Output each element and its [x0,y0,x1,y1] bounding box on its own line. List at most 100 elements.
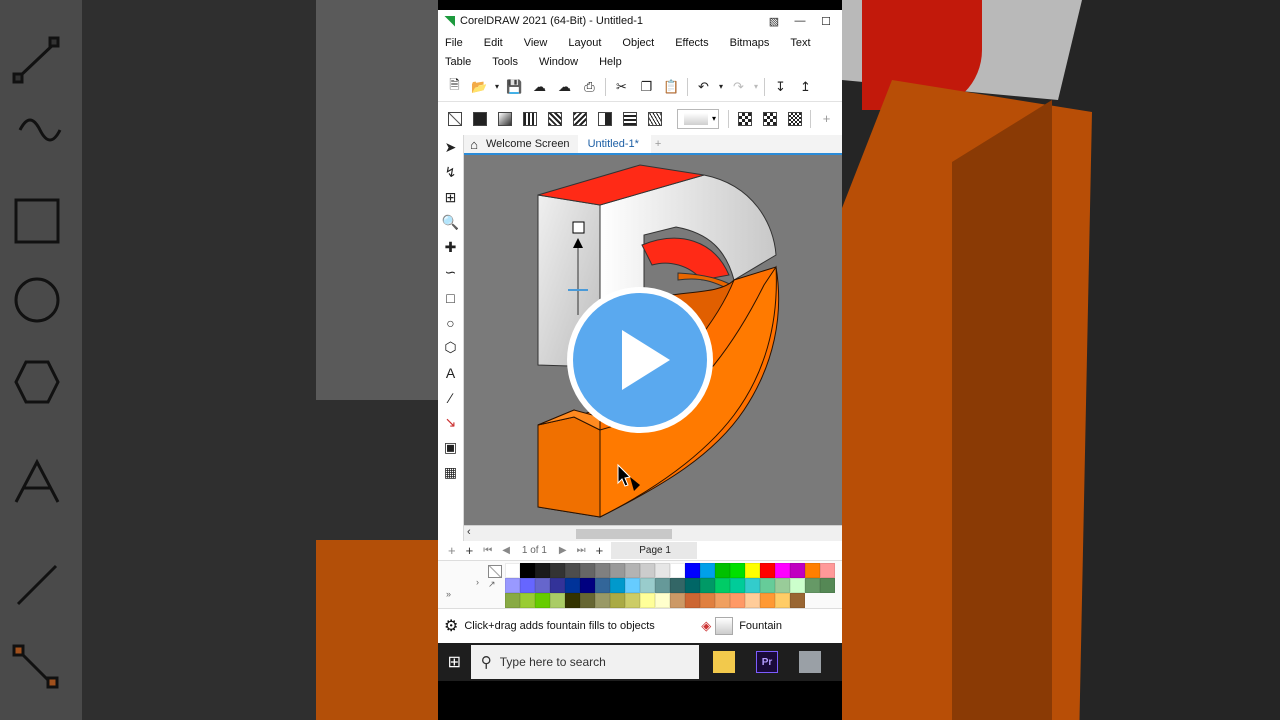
new-tab-icon[interactable]: + [655,138,661,150]
palette-swatch[interactable] [745,563,760,578]
open-icon[interactable]: 📂 [467,76,492,98]
scroll-thumb[interactable] [576,529,672,539]
pattern-fill-icon[interactable] [642,108,667,130]
palette-swatch[interactable] [715,593,730,608]
palette-swatch[interactable] [595,578,610,593]
eyedropper-icon[interactable]: ↗ [488,579,496,590]
text-tool-icon[interactable]: A [438,360,463,385]
transparency-checker3-icon[interactable] [782,108,807,130]
palette-swatch[interactable] [580,593,595,608]
palette-swatch[interactable] [805,578,820,593]
palette-swatch[interactable] [715,563,730,578]
rectangle-tool-icon[interactable]: □ [438,285,463,310]
palette-swatch[interactable] [775,563,790,578]
palette-swatch[interactable] [535,578,550,593]
palette-swatch[interactable] [520,563,535,578]
add-page-icon[interactable]: + [448,543,456,558]
premiere-pro-icon[interactable]: Pr [756,651,778,673]
palette-swatch[interactable] [505,593,520,608]
palette-swatch[interactable] [580,578,595,593]
menu-help[interactable]: Help [599,53,622,72]
transparency-checker-icon[interactable] [732,108,757,130]
two-color-pattern-icon[interactable] [567,108,592,130]
palette-swatch[interactable] [730,563,745,578]
palette-swatch[interactable] [520,578,535,593]
open-dropdown-icon[interactable]: ▾ [492,76,502,98]
uniform-fill-icon[interactable] [467,108,492,130]
palette-swatch[interactable] [760,578,775,593]
pick-tool-icon[interactable]: ➤ [438,135,463,160]
bitmap-pattern-icon[interactable] [542,108,567,130]
palette-swatch[interactable] [715,578,730,593]
undo-icon[interactable]: ↶ [691,76,716,98]
palette-swatch[interactable] [595,563,610,578]
taskbar-search[interactable]: ⚲ Type here to search [470,645,699,679]
menu-bitmaps[interactable]: Bitmaps [730,34,770,53]
import-icon[interactable]: ↧ [768,76,793,98]
paste-icon[interactable]: 📋 [659,76,684,98]
save-icon[interactable]: 💾 [502,76,527,98]
menu-tools[interactable]: Tools [492,53,518,72]
palette-swatch[interactable] [820,563,835,578]
no-color-swatch[interactable] [488,565,502,578]
menu-object[interactable]: Object [622,34,654,53]
palette-swatch[interactable] [505,578,520,593]
no-fill-icon[interactable] [442,108,467,130]
page-tab[interactable]: Page 1 [611,542,697,559]
windows-start-icon[interactable]: ⊞ [438,652,471,672]
palette-swatch[interactable] [565,593,580,608]
last-page-icon[interactable]: ⏭ [577,545,586,556]
cloud-open-icon[interactable]: ☁ [527,76,552,98]
gear-icon[interactable]: ⚙ [444,616,458,636]
palette-swatch[interactable] [625,563,640,578]
palette-swatch[interactable] [625,593,640,608]
menu-window[interactable]: Window [539,53,578,72]
minimize-button[interactable]: — [790,15,810,27]
palette-swatch[interactable] [625,578,640,593]
palette-swatch[interactable] [775,578,790,593]
cut-icon[interactable]: ✂ [609,76,634,98]
texture-fill-icon[interactable] [592,108,617,130]
palette-swatch[interactable] [565,563,580,578]
tab-welcome-screen[interactable]: Welcome Screen [484,138,578,150]
add-page-before-icon[interactable]: + [466,543,474,558]
palette-swatch[interactable] [580,563,595,578]
palette-swatch[interactable] [700,578,715,593]
palette-swatch[interactable] [610,578,625,593]
account-icon[interactable]: ▧ [764,15,784,28]
palette-swatch[interactable] [820,578,835,593]
palette-swatch[interactable] [700,563,715,578]
redo-icon[interactable]: ↷ [726,76,751,98]
ellipse-tool-icon[interactable]: ○ [438,310,463,335]
copy-icon[interactable]: ❐ [634,76,659,98]
palette-swatch[interactable] [565,578,580,593]
menu-table[interactable]: Table [445,53,471,72]
palette-swatch[interactable] [505,563,520,578]
palette-swatch[interactable] [685,578,700,593]
maximize-button[interactable]: ☐ [816,15,836,28]
previous-page-icon[interactable]: ◀ [502,545,510,556]
palette-swatch[interactable] [730,578,745,593]
crop-tool-icon[interactable]: ⊞ [438,185,463,210]
palette-swatch[interactable] [535,563,550,578]
palette-swatch[interactable] [610,593,625,608]
palette-swatch[interactable] [655,593,670,608]
cloud-save-icon[interactable]: ☁ [552,76,577,98]
palette-swatch[interactable] [685,593,700,608]
home-icon[interactable]: ⌂ [464,137,484,152]
menu-text[interactable]: Text [790,34,810,53]
palette-swatch[interactable] [700,593,715,608]
tab-untitled[interactable]: Untitled-1* [577,135,651,153]
zoom-tool-icon[interactable]: 🔍 [438,210,463,235]
vector-pattern-icon[interactable] [517,108,542,130]
palette-swatch[interactable] [760,593,775,608]
polygon-tool-icon[interactable]: ⬡ [438,335,463,360]
palette-swatch[interactable] [760,563,775,578]
artistic-media-icon[interactable]: ∽ [438,260,463,285]
extrude-tool-icon[interactable]: ▣ [438,435,463,460]
scroll-left-icon[interactable]: ‹ [467,526,471,538]
dimension-tool-icon[interactable]: ∕ [438,385,463,410]
palette-swatch[interactable] [595,593,610,608]
undo-dropdown-icon[interactable]: ▾ [716,76,726,98]
connector-tool-icon[interactable]: ↘ [438,410,463,435]
